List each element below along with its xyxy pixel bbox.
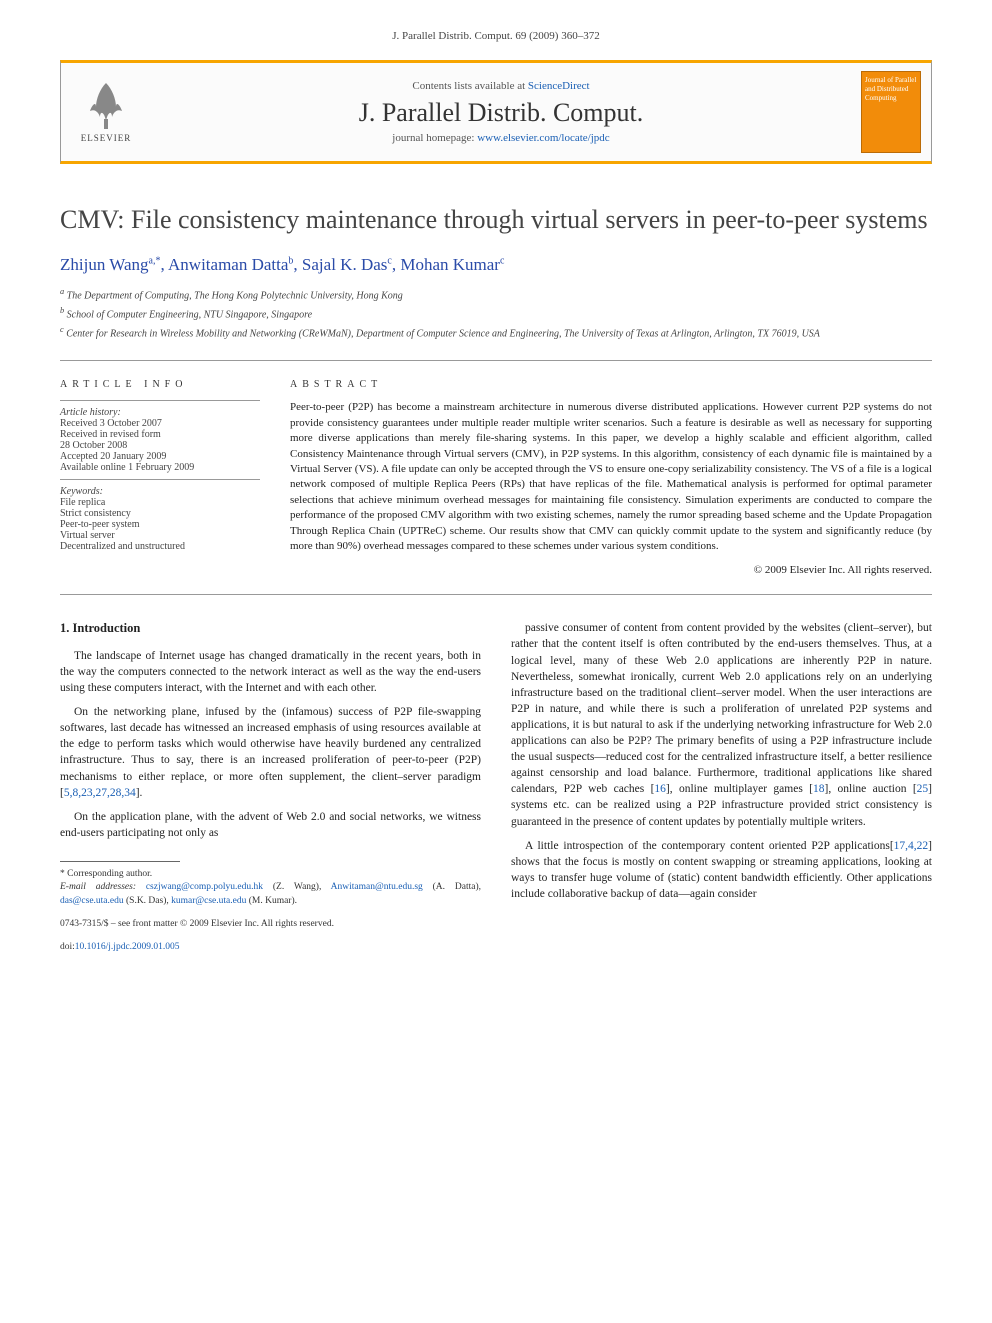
email-who: (M. Kumar). [249, 896, 297, 906]
right-column: passive consumer of content from content… [511, 620, 932, 954]
citation-link[interactable]: 18 [813, 783, 825, 795]
history-line: Accepted 20 January 2009 [60, 451, 260, 462]
history-line: 28 October 2008 [60, 440, 260, 451]
email-who: (S.K. Das), [126, 896, 169, 906]
homepage-prefix: journal homepage: [392, 132, 477, 144]
affiliation: b School of Computer Engineering, NTU Si… [60, 304, 932, 323]
footnotes: * Corresponding author. E-mail addresses… [60, 868, 481, 908]
journal-cover-thumb: Journal of Parallel and Distributed Comp… [861, 71, 921, 153]
keyword: Peer-to-peer system [60, 519, 260, 530]
intro-heading: 1. Introduction [60, 620, 481, 638]
page-citation: J. Parallel Distrib. Comput. 69 (2009) 3… [60, 30, 932, 42]
body-paragraph: passive consumer of content from content… [511, 620, 932, 829]
affiliation: a The Department of Computing, The Hong … [60, 285, 932, 304]
divider [60, 594, 932, 595]
sciencedirect-link[interactable]: ScienceDirect [528, 80, 590, 92]
affiliations: a The Department of Computing, The Hong … [60, 285, 932, 343]
elsevier-tree-icon [86, 81, 126, 131]
keyword: Decentralized and unstructured [60, 541, 260, 552]
elsevier-logo: ELSEVIER [71, 72, 141, 152]
abstract-block: ABSTRACT Peer-to-peer (P2P) has become a… [290, 379, 932, 576]
abstract-heading: ABSTRACT [290, 379, 932, 390]
body-paragraph: On the networking plane, infused by the … [60, 704, 481, 801]
doi-label: doi: [60, 942, 75, 952]
journal-banner: ELSEVIER Contents lists available at Sci… [60, 60, 932, 164]
history-line: Available online 1 February 2009 [60, 462, 260, 473]
email-who: (A. Datta), [433, 882, 481, 892]
history-label: Article history: [60, 407, 260, 418]
citation-link[interactable]: 16 [654, 783, 666, 795]
emails-label: E-mail addresses: [60, 882, 136, 892]
article-info-heading: ARTICLE INFO [60, 379, 260, 390]
left-column: 1. Introduction The landscape of Interne… [60, 620, 481, 954]
doi-link[interactable]: 10.1016/j.jpdc.2009.01.005 [75, 942, 180, 952]
citation-link[interactable]: 17,4,22 [894, 840, 929, 852]
journal-homepage: journal homepage: www.elsevier.com/locat… [141, 132, 861, 144]
body-paragraph: A little introspection of the contempora… [511, 838, 932, 902]
article-title: CMV: File consistency maintenance throug… [60, 204, 932, 237]
email-link[interactable]: das@cse.uta.edu [60, 896, 124, 906]
email-link[interactable]: kumar@cse.uta.edu [171, 896, 246, 906]
history-line: Received in revised form [60, 429, 260, 440]
email-who: (Z. Wang), [273, 882, 321, 892]
body-paragraph: On the application plane, with the adven… [60, 809, 481, 841]
homepage-link[interactable]: www.elsevier.com/locate/jpdc [477, 132, 609, 144]
keyword: Virtual server [60, 530, 260, 541]
body-paragraph: The landscape of Internet usage has chan… [60, 648, 481, 696]
email-link[interactable]: cszjwang@comp.polyu.edu.hk [146, 882, 263, 892]
keywords-label: Keywords: [60, 486, 260, 497]
article-info-block: ARTICLE INFO Article history: Received 3… [60, 379, 260, 576]
history-line: Received 3 October 2007 [60, 418, 260, 429]
contents-available: Contents lists available at ScienceDirec… [141, 80, 861, 92]
citation-link[interactable]: 25 [917, 783, 929, 795]
contents-prefix: Contents lists available at [412, 80, 527, 92]
email-link[interactable]: Anwitaman@ntu.edu.sg [331, 882, 423, 892]
elsevier-wordmark: ELSEVIER [81, 133, 132, 143]
keyword: Strict consistency [60, 508, 260, 519]
keyword: File replica [60, 497, 260, 508]
abstract-body: Peer-to-peer (P2P) has become a mainstre… [290, 400, 932, 554]
journal-name: J. Parallel Distrib. Comput. [141, 98, 861, 128]
corresponding-author-note: * Corresponding author. [60, 868, 481, 881]
affiliation: c Center for Research in Wireless Mobili… [60, 323, 932, 342]
author-list: Zhijun Wanga,*, Anwitaman Dattab, Sajal … [60, 255, 932, 275]
front-matter-line: 0743-7315/$ – see front matter © 2009 El… [60, 918, 481, 931]
footnote-divider [60, 861, 180, 862]
abstract-copyright: © 2009 Elsevier Inc. All rights reserved… [290, 564, 932, 576]
divider [60, 360, 932, 361]
citation-link[interactable]: 5,8,23,27,28,34 [64, 787, 136, 799]
